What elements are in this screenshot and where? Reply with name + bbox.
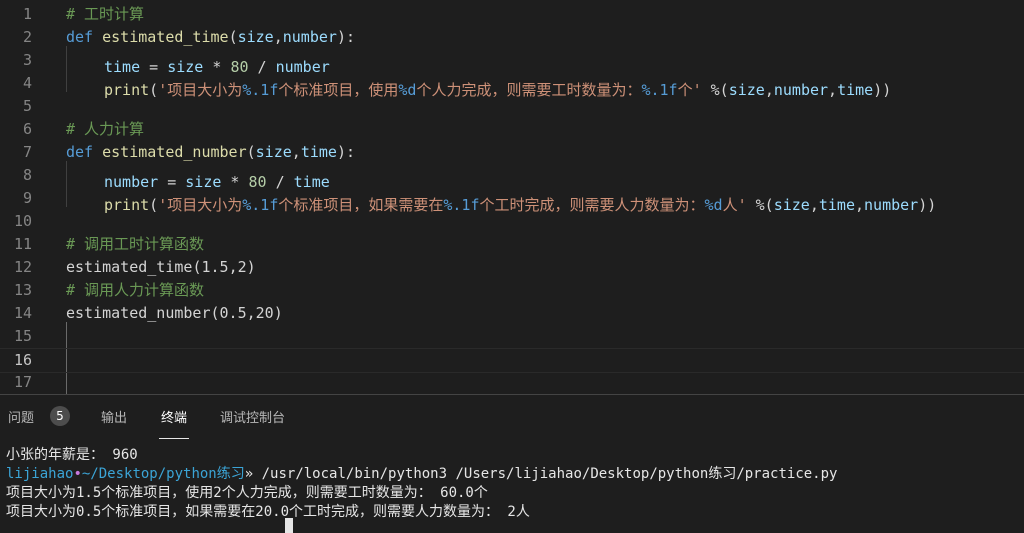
line-number: 9: [22, 189, 32, 207]
code-token: 20: [255, 304, 274, 322]
prompt-user: lijiahao: [6, 466, 74, 482]
line-number: 3: [22, 51, 32, 69]
code-line[interactable]: 2 def estimated_time(size,number):: [0, 26, 1024, 49]
line-number: 7: [22, 143, 32, 161]
code-token: size: [237, 28, 274, 46]
code-text: def estimated_number(size,time):: [66, 141, 355, 164]
bottom-panel: 问题 5 输出 终端 调试控制台 小张的年薪是： 960 lijiahao•~/…: [0, 394, 1024, 533]
tab-debug-console[interactable]: 调试控制台: [220, 407, 285, 426]
code-line[interactable]: 5: [0, 95, 1024, 118]
code-line[interactable]: 17: [0, 371, 1024, 394]
line-number: 5: [22, 97, 32, 115]
code-token: ): [246, 258, 256, 276]
line-number: 8: [22, 166, 32, 184]
terminal-output-text: 项目大小为0.5个标准项目，如果需要在20.0个工时完成，则需要人力数量为： 2…: [6, 504, 530, 520]
code-text: # 人力计算: [66, 118, 144, 141]
line-number: 4: [22, 74, 32, 92]
code-text: def estimated_time(size,number):: [66, 26, 355, 49]
terminal-command: /usr/local/bin/python3 /Users/lijiahao/D…: [253, 466, 838, 482]
code-line[interactable]: 16: [0, 348, 1024, 373]
line-number: 6: [22, 120, 32, 138]
code-line[interactable]: 8 number = size * 80 / time: [0, 164, 1024, 191]
code-token: ):: [336, 143, 355, 161]
code-token: # 调用工时计算函数: [66, 235, 205, 253]
prompt-path: ~/Desktop/python练习: [81, 466, 245, 482]
code-token: ,: [273, 28, 283, 46]
prompt-arrow: »: [244, 466, 254, 482]
code-token: # 调用人力计算函数: [66, 281, 205, 299]
line-number: 10: [13, 212, 32, 230]
code-text: # 调用人力计算函数: [66, 279, 204, 302]
code-line[interactable]: 9 print('项目大小为%.1f个标准项目，如果需要在%.1f个工时完成，则需…: [0, 187, 1024, 214]
code-token: estimated_time: [66, 258, 193, 276]
prompt-dot: •: [73, 466, 82, 482]
line-number: 16: [13, 351, 32, 369]
code-line[interactable]: 7 def estimated_number(size,time):: [0, 141, 1024, 164]
line-number: 15: [13, 327, 32, 345]
code-line[interactable]: 13 # 调用人力计算函数: [0, 279, 1024, 302]
code-token: (: [246, 143, 256, 161]
code-token: def: [66, 28, 94, 46]
code-token: size: [255, 143, 292, 161]
code-line[interactable]: 10: [0, 210, 1024, 233]
code-line[interactable]: 11 # 调用工时计算函数: [0, 233, 1024, 256]
code-line[interactable]: 3 time = size * 80 / number: [0, 49, 1024, 76]
code-token: ):: [336, 28, 355, 46]
code-line[interactable]: 4 print('项目大小为%.1f个标准项目，使用%d个人力完成，则需要工时数量…: [0, 72, 1024, 99]
code-line[interactable]: 14 estimated_number(0.5,20): [0, 302, 1024, 325]
code-editor[interactable]: 1 # 工时计算 2 def estimated_time(size,number):…: [0, 0, 1024, 394]
code-token: estimated_number: [102, 143, 247, 161]
terminal-line: 小张的年薪是： 960: [6, 447, 138, 463]
code-token: # 工时计算: [66, 5, 145, 23]
code-token: time: [300, 143, 337, 161]
line-number: 12: [13, 258, 32, 276]
tab-output[interactable]: 输出: [101, 407, 127, 426]
code-token: 0.5: [219, 304, 247, 322]
code-token: number: [282, 28, 337, 46]
code-token: ,: [246, 304, 256, 322]
terminal-prompt-line: lijiahao•~/Desktop/python练习» /usr/local/…: [6, 465, 1018, 484]
code-token: 2: [237, 258, 247, 276]
line-number: 13: [13, 281, 32, 299]
line-number: 11: [13, 235, 32, 253]
code-text: # 工时计算: [66, 3, 144, 26]
code-line[interactable]: 6 # 人力计算: [0, 118, 1024, 141]
code-token: estimated_time: [102, 28, 229, 46]
code-token: 1.5: [201, 258, 229, 276]
code-token: def: [66, 143, 94, 161]
line-number: 17: [13, 373, 32, 391]
panel-tabs: 问题 5 输出 终端 调试控制台: [0, 395, 1024, 439]
code-token: # 人力计算: [66, 120, 145, 138]
code-text: estimated_number(0.5,20): [66, 302, 283, 325]
code-token: ,: [291, 143, 301, 161]
code-line[interactable]: 12 estimated_time(1.5,2): [0, 256, 1024, 279]
terminal-output-line: 项目大小为1.5个标准项目，使用2个人力完成，则需要工时数量为： 60.0个: [6, 485, 488, 501]
tab-problems[interactable]: 问题: [8, 407, 34, 426]
code-token: estimated_number: [66, 304, 211, 322]
terminal[interactable]: 小张的年薪是： 960 lijiahao•~/Desktop/python练习»…: [6, 446, 1018, 522]
code-line[interactable]: 15: [0, 325, 1024, 348]
code-text: # 调用工时计算函数: [66, 233, 204, 256]
code-token: ,: [228, 258, 238, 276]
code-text: estimated_time(1.5,2): [66, 256, 256, 279]
line-number: 14: [13, 304, 32, 322]
problems-count-badge: 5: [50, 406, 70, 426]
tab-terminal[interactable]: 终端: [158, 407, 190, 439]
code-line[interactable]: 1 # 工时计算: [0, 3, 1024, 26]
line-number: 2: [22, 28, 32, 46]
terminal-output-line: 项目大小为0.5个标准项目，如果需要在20.0个工时完成，则需要人力数量为： 2…: [6, 503, 1018, 522]
code-token: (: [210, 304, 220, 322]
code-token: ): [273, 304, 283, 322]
line-number: 1: [22, 5, 32, 23]
code-token: (: [228, 28, 238, 46]
